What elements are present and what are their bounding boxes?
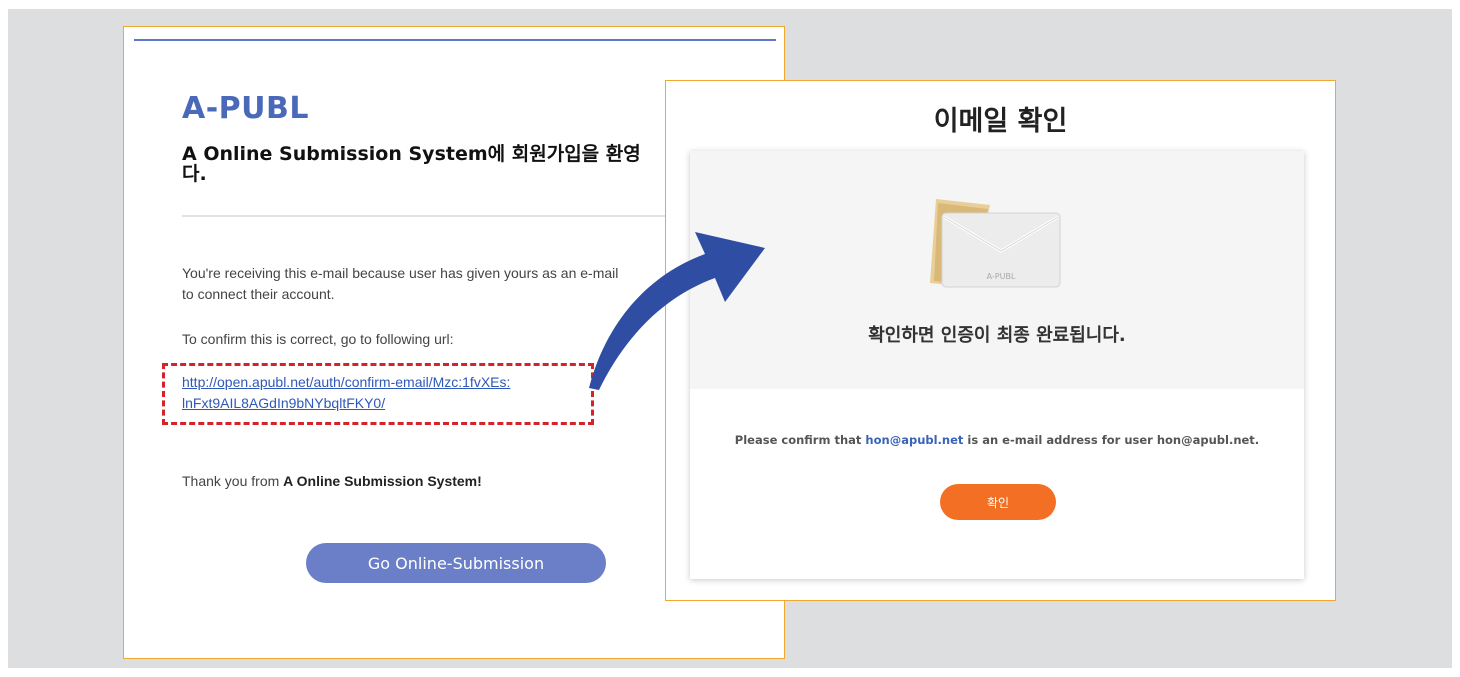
- confirm-instruction: Please confirm that hon@apubl.net is an …: [690, 433, 1304, 447]
- confirm-link-line-1[interactable]: http://open.apubl.net/auth/confirm-email…: [182, 372, 582, 393]
- instruction-suffix: is an e-mail address for user hon@apubl.…: [963, 433, 1260, 447]
- thanks-prefix: Thank you from: [182, 473, 284, 489]
- confirm-ok-button[interactable]: 확인: [940, 484, 1056, 520]
- envelope-label: A-PUBL: [987, 272, 1016, 281]
- confirm-card-top: A-PUBL 확인하면 인증이 최종 완료됩니다.: [690, 151, 1304, 389]
- confirm-link-line-2[interactable]: lnFxt9AIL8AGdIn9bNYbqltFKY0/: [182, 393, 582, 414]
- envelope-icon: A-PUBL: [930, 199, 1061, 288]
- confirm-title: 이메일 확인: [933, 106, 1068, 137]
- go-online-submission-button[interactable]: Go Online-Submission: [306, 543, 606, 583]
- confirm-card: A-PUBL 확인하면 인증이 최종 완료됩니다. Please confirm…: [690, 151, 1304, 579]
- instruction-prefix: Please confirm that: [734, 433, 866, 447]
- thanks-text: Thank you from A Online Submission Syste…: [182, 471, 682, 492]
- arrow-icon: [589, 232, 765, 390]
- welcome-rest: 에 회원가입을 환영: [487, 143, 641, 165]
- brand-logo: A-PUBL: [182, 91, 309, 126]
- confirm-message: 확인하면 인증이 최종 완료됩니다.: [868, 325, 1126, 346]
- instruction-email: hon@apubl.net: [865, 433, 964, 447]
- welcome-heading: A Online Submission System에 회원가입을 환영 다.: [182, 144, 682, 184]
- welcome-system-name: A Online Submission System: [182, 143, 488, 165]
- welcome-line2: 다.: [182, 163, 207, 185]
- thanks-system-name: A Online Submission System!: [283, 473, 482, 489]
- confirm-link[interactable]: http://open.apubl.net/auth/confirm-email…: [182, 372, 582, 414]
- email-top-line: [134, 39, 776, 41]
